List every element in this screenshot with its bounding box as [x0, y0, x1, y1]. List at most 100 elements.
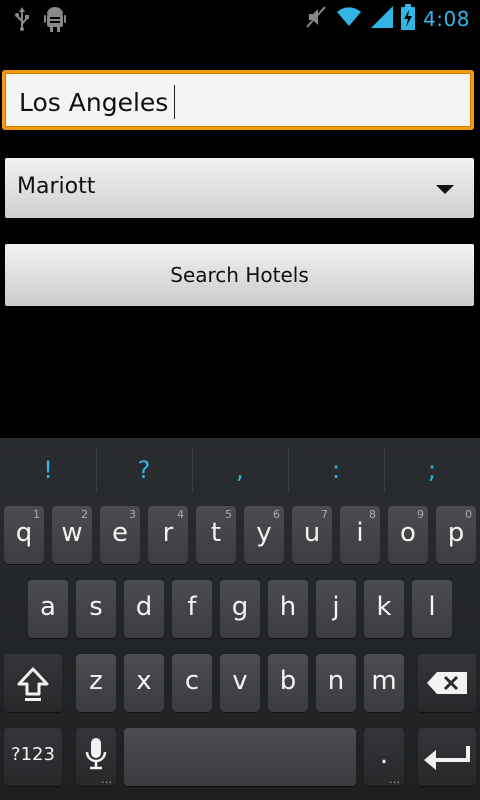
- key-m[interactable]: m: [364, 654, 404, 712]
- key-p[interactable]: p0: [436, 506, 476, 564]
- key-label: a: [40, 592, 56, 622]
- enter-key[interactable]: [418, 728, 476, 786]
- microphone-icon: [85, 738, 107, 778]
- key-label: z: [89, 666, 103, 696]
- key-label: w: [61, 518, 83, 548]
- key-t[interactable]: t5: [196, 506, 236, 564]
- key-y[interactable]: y6: [244, 506, 284, 564]
- symbols-key[interactable]: ?123: [4, 728, 62, 786]
- clock: 4:08: [423, 7, 470, 31]
- suggestion-question[interactable]: ?: [96, 438, 192, 502]
- spacebar-key[interactable]: [124, 728, 356, 786]
- key-label: m: [371, 666, 397, 696]
- key-s[interactable]: s: [76, 580, 116, 638]
- key-z[interactable]: z: [76, 654, 116, 712]
- key-hint: 1: [33, 508, 40, 521]
- key-hint: …: [101, 773, 112, 786]
- key-label: f: [187, 592, 197, 622]
- key-e[interactable]: e3: [100, 506, 140, 564]
- key-label: x: [136, 666, 152, 696]
- key-label: t: [210, 518, 222, 548]
- suggestion-comma[interactable]: ,: [192, 438, 288, 502]
- shift-icon: [17, 666, 49, 706]
- key-label: o: [400, 518, 416, 548]
- key-hint: 8: [369, 508, 376, 521]
- shift-key[interactable]: [4, 654, 62, 712]
- suggestion-exclamation[interactable]: !: [0, 438, 96, 502]
- key-hint: 3: [129, 508, 136, 521]
- key-hint: …: [389, 773, 400, 786]
- key-hint: 7: [321, 508, 328, 521]
- key-label: h: [279, 592, 297, 622]
- key-label: n: [327, 666, 345, 696]
- key-j[interactable]: j: [316, 580, 356, 638]
- key-o[interactable]: o9: [388, 506, 428, 564]
- city-input-value: Los Angeles: [19, 85, 176, 121]
- key-hint: 9: [417, 508, 424, 521]
- key-u[interactable]: u7: [292, 506, 332, 564]
- key-x[interactable]: x: [124, 654, 164, 712]
- key-h[interactable]: h: [268, 580, 308, 638]
- soft-keyboard: ! ? , : ; q1 w2 e3 r4 t5 y6 u7 i8 o9 p0 …: [0, 438, 480, 800]
- key-f[interactable]: f: [172, 580, 212, 638]
- key-label: j: [332, 592, 340, 622]
- key-g[interactable]: g: [220, 580, 260, 638]
- key-q[interactable]: q1: [4, 506, 44, 564]
- key-n[interactable]: n: [316, 654, 356, 712]
- suggestion-semicolon[interactable]: ;: [384, 438, 480, 502]
- key-v[interactable]: v: [220, 654, 260, 712]
- key-hint: 0: [465, 508, 472, 521]
- key-label: g: [231, 592, 249, 622]
- backspace-icon: [427, 672, 467, 698]
- battery-charging-icon: [401, 4, 416, 34]
- search-hotels-label: Search Hotels: [170, 263, 309, 287]
- search-hotels-button[interactable]: Search Hotels: [5, 244, 474, 306]
- wifi-icon: [335, 6, 363, 32]
- key-i[interactable]: i8: [340, 506, 380, 564]
- key-hint: 4: [177, 508, 184, 521]
- key-label: v: [232, 666, 248, 696]
- city-input[interactable]: Los Angeles: [2, 70, 474, 130]
- android-debug-icon: [44, 6, 66, 36]
- key-r[interactable]: r4: [148, 506, 188, 564]
- symbols-key-label: ?123: [11, 744, 55, 765]
- key-label: s: [89, 592, 103, 622]
- key-label: b: [279, 666, 297, 696]
- key-hint: 2: [81, 508, 88, 521]
- key-label: l: [428, 592, 436, 622]
- hotel-dropdown[interactable]: Mariott: [5, 158, 474, 218]
- key-l[interactable]: l: [412, 580, 452, 638]
- voice-input-key[interactable]: …: [76, 728, 116, 786]
- suggestion-colon[interactable]: :: [288, 438, 384, 502]
- key-label: p: [447, 518, 465, 548]
- key-label: c: [184, 666, 200, 696]
- hotel-dropdown-value: Mariott: [17, 174, 96, 199]
- key-hint: 5: [225, 508, 232, 521]
- key-b[interactable]: b: [268, 654, 308, 712]
- key-hint: 6: [273, 508, 280, 521]
- period-key[interactable]: .…: [364, 728, 404, 786]
- suggestion-strip: ! ? , : ;: [0, 438, 480, 502]
- key-label: e: [112, 518, 128, 548]
- key-w[interactable]: w2: [52, 506, 92, 564]
- key-c[interactable]: c: [172, 654, 212, 712]
- text-cursor: [174, 85, 176, 119]
- key-d[interactable]: d: [124, 580, 164, 638]
- dropdown-arrow-icon: [436, 185, 454, 194]
- period-key-label: .: [379, 740, 389, 770]
- usb-icon: [14, 7, 30, 35]
- key-label: r: [162, 518, 174, 548]
- key-k[interactable]: k: [364, 580, 404, 638]
- enter-icon: [422, 744, 472, 774]
- mute-icon: [305, 5, 327, 33]
- signal-icon: [371, 6, 394, 32]
- key-label: y: [256, 518, 272, 548]
- status-bar: 4:08: [0, 0, 480, 38]
- key-label: k: [376, 592, 392, 622]
- city-value-text: Los Angeles: [19, 88, 169, 117]
- key-label: q: [15, 518, 33, 548]
- key-a[interactable]: a: [28, 580, 68, 638]
- backspace-key[interactable]: [418, 654, 476, 712]
- key-label: d: [135, 592, 153, 622]
- key-label: u: [303, 518, 321, 548]
